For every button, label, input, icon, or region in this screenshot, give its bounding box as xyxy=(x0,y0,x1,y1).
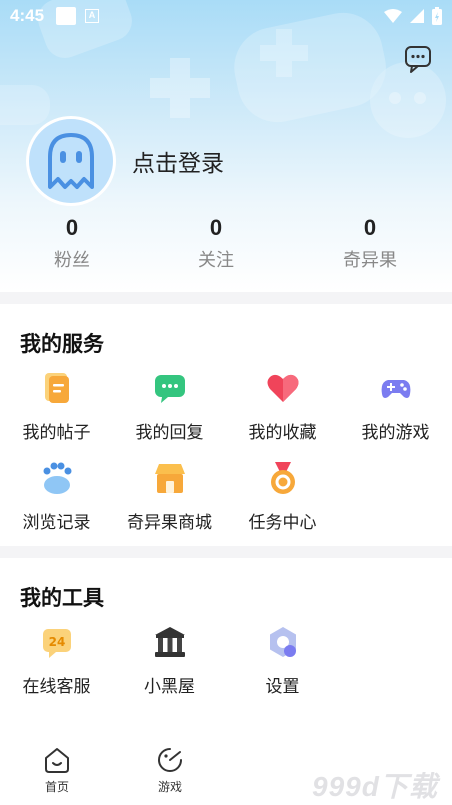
status-bar: 4:45 A xyxy=(0,0,452,32)
tab-home-label: 首页 xyxy=(44,780,69,794)
service-label: 我的游戏 xyxy=(361,423,430,442)
service-label: 我的收藏 xyxy=(248,423,317,442)
service-history[interactable]: 浏览记录 xyxy=(0,460,113,540)
stat-kiwi[interactable]: 0 奇异果 xyxy=(310,214,430,272)
section-divider xyxy=(0,546,452,558)
tab-games[interactable]: 游戏 xyxy=(140,746,200,795)
posts-icon xyxy=(44,373,69,403)
stat-following-value: 0 xyxy=(209,215,223,240)
stat-kiwi-value: 0 xyxy=(363,215,377,240)
stat-kiwi-label: 奇异果 xyxy=(343,250,397,270)
service-label: 我的回复 xyxy=(135,423,204,442)
services-title: 我的服务 xyxy=(20,333,104,356)
service-label: 浏览记录 xyxy=(22,513,91,532)
tool-settings[interactable]: 设置 xyxy=(226,624,339,704)
stat-fans-value: 0 xyxy=(65,215,79,240)
service-label: 奇异果商城 xyxy=(127,513,212,532)
service-label: 任务中心 xyxy=(248,513,317,532)
tool-blacklist-room[interactable]: 小黑屋 xyxy=(113,624,226,704)
service-task-center[interactable]: 任务中心 xyxy=(226,460,339,540)
tool-label: 设置 xyxy=(265,677,300,696)
service-my-posts[interactable]: 我的帖子 xyxy=(0,370,113,450)
tab-games-label: 游戏 xyxy=(157,780,182,794)
service-my-favorites[interactable]: 我的收藏 xyxy=(226,370,339,450)
chat-bubble-icon xyxy=(405,46,431,73)
24h-badge-text: 24 xyxy=(48,635,65,649)
battery-icon xyxy=(432,7,442,25)
notification-square-icon xyxy=(56,7,77,25)
status-time: 4:45 xyxy=(10,6,45,25)
avatar[interactable] xyxy=(26,116,116,206)
watermark: 999d下载 xyxy=(312,771,438,802)
tool-online-support[interactable]: 24 在线客服 xyxy=(0,624,113,704)
stat-following[interactable]: 0 关注 xyxy=(156,214,276,272)
reply-icon xyxy=(154,375,185,403)
tool-label: 小黑屋 xyxy=(144,677,195,696)
service-my-games[interactable]: 我的游戏 xyxy=(339,370,452,450)
shop-icon xyxy=(154,464,185,493)
tab-home[interactable]: 首页 xyxy=(27,746,87,795)
24h-support-icon: 24 xyxy=(42,629,71,658)
login-link[interactable]: 点击登录 xyxy=(132,144,224,178)
home-icon xyxy=(45,748,69,773)
gamepad-icon xyxy=(381,380,410,398)
stat-following-label: 关注 xyxy=(198,250,234,270)
stat-fans[interactable]: 0 粉丝 xyxy=(12,214,132,272)
heart-icon xyxy=(267,374,298,402)
stat-fans-label: 粉丝 xyxy=(54,250,90,270)
medal-icon xyxy=(270,462,295,494)
ghost-avatar-icon xyxy=(48,133,94,189)
message-button[interactable] xyxy=(403,44,433,74)
tool-label: 在线客服 xyxy=(22,677,91,696)
service-kiwi-shop[interactable]: 奇异果商城 xyxy=(113,460,226,540)
paw-icon xyxy=(43,462,71,494)
game-icon xyxy=(158,748,182,772)
signal-icon xyxy=(410,9,424,23)
profile-header: 4:45 A 点击登录 0 粉丝 0 关注 0 奇异果 xyxy=(0,0,452,292)
service-my-replies[interactable]: 我的回复 xyxy=(113,370,226,450)
service-label: 我的帖子 xyxy=(22,423,91,442)
wifi-icon xyxy=(384,9,402,23)
section-divider xyxy=(0,292,452,304)
notification-a-icon: A xyxy=(85,9,100,23)
building-icon xyxy=(154,627,185,657)
tools-title: 我的工具 xyxy=(20,587,104,610)
settings-icon xyxy=(269,627,296,657)
